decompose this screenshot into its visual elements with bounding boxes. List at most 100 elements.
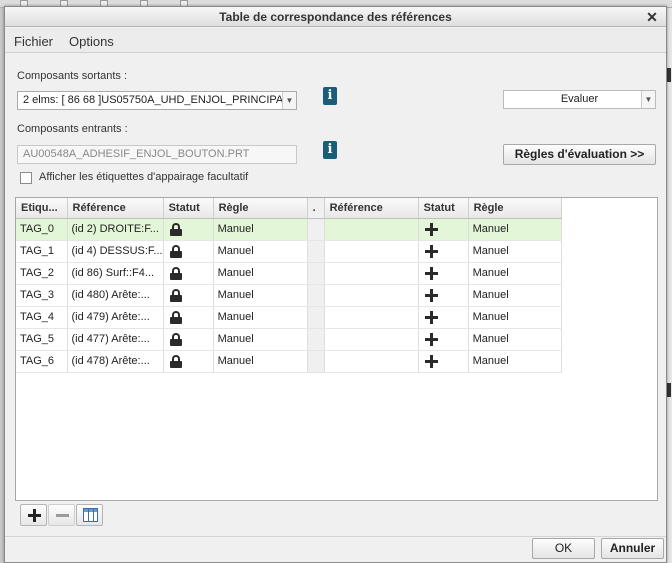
cell-reference-2[interactable] (324, 262, 419, 285)
cell-separator[interactable] (307, 328, 325, 351)
evaluate-select[interactable]: Evaluer ▼ (503, 90, 656, 109)
remove-button[interactable] (48, 504, 75, 526)
cell-status[interactable] (163, 284, 214, 307)
cell-rule-2[interactable]: Manuel (468, 262, 562, 285)
table-row[interactable]: TAG_1 (id 4) DESSUS:F... Manuel Manuel (16, 240, 562, 263)
cell-separator[interactable] (307, 306, 325, 329)
cell-reference[interactable]: (id 477) Arête:... (67, 328, 164, 351)
info-icon[interactable]: i (323, 141, 337, 159)
add-button[interactable] (20, 504, 47, 526)
plus-icon[interactable] (424, 332, 438, 346)
cell-status-2[interactable] (418, 240, 469, 263)
table-row[interactable]: TAG_4 (id 479) Arête:... Manuel Manuel (16, 306, 562, 329)
cell-reference[interactable]: (id 478) Arête:... (67, 350, 164, 373)
cancel-button[interactable]: Annuler (601, 538, 664, 559)
outgoing-components-select[interactable]: 2 elms: [ 86 68 ]US05750A_UHD_ENJOL_PRIN… (17, 91, 297, 110)
cell-rule[interactable]: Manuel (213, 218, 308, 241)
col-header-separator[interactable]: . (307, 198, 325, 219)
menubar: Fichier Options (5, 28, 666, 53)
footer-divider (5, 536, 666, 537)
cell-separator[interactable] (307, 240, 325, 263)
evaluation-rules-button[interactable]: Règles d'évaluation >> (503, 144, 656, 165)
cell-tag[interactable]: TAG_6 (16, 350, 68, 373)
cell-status-2[interactable] (418, 350, 469, 373)
plus-icon[interactable] (424, 354, 438, 368)
cell-tag[interactable]: TAG_2 (16, 262, 68, 285)
plus-icon[interactable] (424, 244, 438, 258)
cell-status[interactable] (163, 240, 214, 263)
cell-rule-2[interactable]: Manuel (468, 284, 562, 307)
cell-status-2[interactable] (418, 284, 469, 307)
col-header-tag[interactable]: Etiqu... (16, 198, 68, 219)
chevron-down-icon[interactable]: ▼ (282, 92, 296, 109)
col-header-status-2[interactable]: Statut (418, 198, 469, 219)
col-header-reference-2[interactable]: Référence (324, 198, 419, 219)
plus-icon[interactable] (424, 222, 438, 236)
cell-rule-2[interactable]: Manuel (468, 240, 562, 263)
plus-icon[interactable] (424, 266, 438, 280)
cell-status-2[interactable] (418, 328, 469, 351)
table-row[interactable]: TAG_0 (id 2) DROITE:F... Manuel Manuel (16, 218, 562, 241)
cell-separator[interactable] (307, 218, 325, 241)
cell-status[interactable] (163, 262, 214, 285)
cell-tag[interactable]: TAG_0 (16, 218, 68, 241)
cell-tag[interactable]: TAG_1 (16, 240, 68, 263)
cell-separator[interactable] (307, 284, 325, 307)
cell-status-2[interactable] (418, 262, 469, 285)
menu-fichier[interactable]: Fichier (14, 34, 53, 49)
col-header-rule-2[interactable]: Règle (468, 198, 562, 219)
chevron-down-icon[interactable]: ▼ (641, 91, 655, 108)
cell-tag[interactable]: TAG_5 (16, 328, 68, 351)
cell-rule-2[interactable]: Manuel (468, 306, 562, 329)
cell-reference-2[interactable] (324, 350, 419, 373)
cell-reference[interactable]: (id 4) DESSUS:F... (67, 240, 164, 263)
cell-reference[interactable]: (id 2) DROITE:F... (67, 218, 164, 241)
table-row[interactable]: TAG_6 (id 478) Arête:... Manuel Manuel (16, 350, 562, 373)
plus-icon[interactable] (424, 288, 438, 302)
cell-separator[interactable] (307, 262, 325, 285)
cell-reference-2[interactable] (324, 284, 419, 307)
ok-button[interactable]: OK (532, 538, 595, 559)
table-row[interactable]: TAG_2 (id 86) Surf::F4... Manuel Manuel (16, 262, 562, 285)
cell-status-2[interactable] (418, 218, 469, 241)
cell-status-2[interactable] (418, 306, 469, 329)
cell-reference-2[interactable] (324, 306, 419, 329)
columns-button[interactable] (76, 504, 103, 526)
cell-rule-2[interactable]: Manuel (468, 218, 562, 241)
info-icon[interactable]: i (323, 87, 337, 105)
cell-status[interactable] (163, 328, 214, 351)
cell-status[interactable] (163, 218, 214, 241)
col-header-rule[interactable]: Règle (213, 198, 308, 219)
table-row[interactable]: TAG_3 (id 480) Arête:... Manuel Manuel (16, 284, 562, 307)
cell-rule[interactable]: Manuel (213, 284, 308, 307)
cell-rule-2[interactable]: Manuel (468, 350, 562, 373)
cell-separator[interactable] (307, 350, 325, 373)
menu-options[interactable]: Options (69, 34, 114, 49)
cell-reference-2[interactable] (324, 240, 419, 263)
table-row[interactable]: TAG_5 (id 477) Arête:... Manuel Manuel (16, 328, 562, 351)
cell-tag[interactable]: TAG_4 (16, 306, 68, 329)
cell-rule[interactable]: Manuel (213, 306, 308, 329)
dialog-titlebar[interactable]: Table de correspondance des références ✕ (5, 7, 666, 27)
cell-rule[interactable]: Manuel (213, 350, 308, 373)
cell-reference[interactable]: (id 480) Arête:... (67, 284, 164, 307)
cell-reference[interactable]: (id 479) Arête:... (67, 306, 164, 329)
outgoing-components-label: Composants sortants : (17, 70, 128, 82)
col-header-reference[interactable]: Référence (67, 198, 164, 219)
optional-tags-checkbox[interactable] (20, 172, 32, 184)
lock-icon (169, 354, 182, 368)
cell-rule[interactable]: Manuel (213, 328, 308, 351)
outgoing-components-value: 2 elms: [ 86 68 ]US05750A_UHD_ENJOL_PRIN… (23, 94, 297, 106)
cell-reference-2[interactable] (324, 218, 419, 241)
cell-rule[interactable]: Manuel (213, 262, 308, 285)
cell-status[interactable] (163, 306, 214, 329)
cell-reference-2[interactable] (324, 328, 419, 351)
cell-status[interactable] (163, 350, 214, 373)
cell-rule[interactable]: Manuel (213, 240, 308, 263)
close-icon[interactable]: ✕ (644, 9, 660, 25)
cell-tag[interactable]: TAG_3 (16, 284, 68, 307)
col-header-status[interactable]: Statut (163, 198, 214, 219)
cell-reference[interactable]: (id 86) Surf::F4... (67, 262, 164, 285)
plus-icon[interactable] (424, 310, 438, 324)
cell-rule-2[interactable]: Manuel (468, 328, 562, 351)
